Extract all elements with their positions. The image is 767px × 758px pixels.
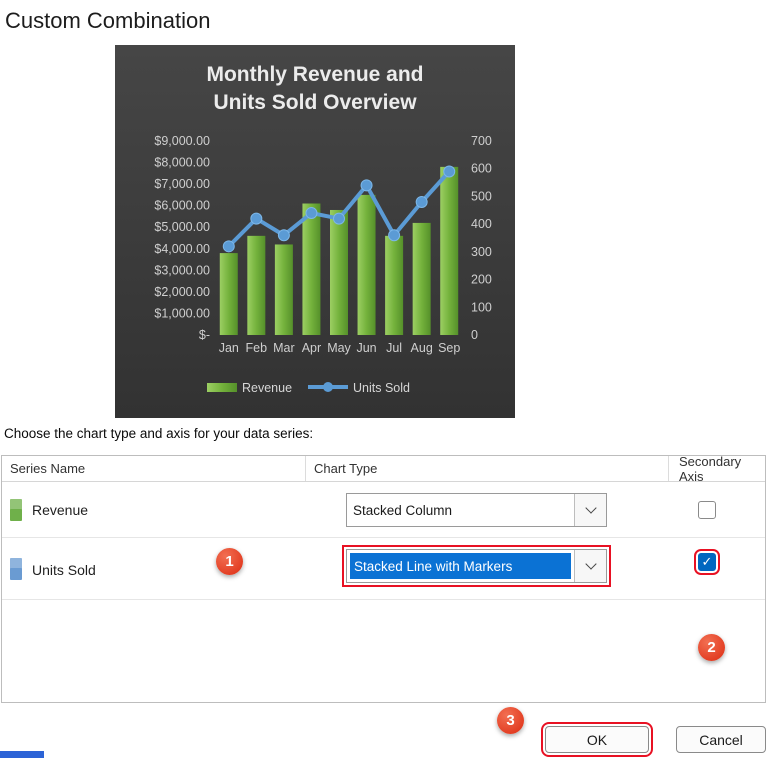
table-row-revenue[interactable]: Revenue Stacked Column: [2, 482, 765, 538]
svg-text:700: 700: [471, 134, 492, 148]
svg-text:Apr: Apr: [302, 341, 321, 355]
svg-text:300: 300: [471, 245, 492, 259]
page-title: Custom Combination: [5, 8, 210, 34]
units-sold-dropdown-button[interactable]: [574, 550, 606, 582]
svg-text:Units Sold: Units Sold: [353, 381, 410, 395]
ok-button[interactable]: OK: [545, 726, 649, 753]
svg-text:Units Sold Overview: Units Sold Overview: [213, 91, 417, 114]
revenue-chart-type-dropdown[interactable]: Stacked Column: [346, 493, 607, 527]
header-secondary-axis: Secondary Axis: [669, 456, 765, 481]
svg-text:$-: $-: [199, 328, 210, 342]
svg-text:$6,000.00: $6,000.00: [154, 199, 210, 213]
taskbar-fragment: [0, 751, 44, 758]
revenue-series-swatch-icon: [10, 499, 22, 521]
units-sold-series-swatch-icon: [10, 558, 22, 580]
svg-text:$4,000.00: $4,000.00: [154, 242, 210, 256]
svg-text:$5,000.00: $5,000.00: [154, 220, 210, 234]
svg-text:Sep: Sep: [438, 341, 460, 355]
table-header: Series Name Chart Type Secondary Axis: [2, 456, 765, 482]
svg-text:$8,000.00: $8,000.00: [154, 156, 210, 170]
series-table: Series Name Chart Type Secondary Axis Re…: [1, 455, 766, 703]
svg-text:Aug: Aug: [411, 341, 433, 355]
svg-text:500: 500: [471, 189, 492, 203]
cancel-button[interactable]: Cancel: [676, 726, 766, 753]
table-row-units-sold[interactable]: Units Sold Stacked Line with Markers ✓: [2, 538, 765, 600]
svg-text:200: 200: [471, 273, 492, 287]
svg-text:$2,000.00: $2,000.00: [154, 285, 210, 299]
svg-text:400: 400: [471, 217, 492, 231]
svg-text:Monthly Revenue and: Monthly Revenue and: [206, 63, 423, 86]
step-1-annotation: 1: [216, 548, 243, 575]
svg-text:Revenue: Revenue: [242, 381, 292, 395]
units-sold-chart-type-dropdown[interactable]: Stacked Line with Markers: [346, 549, 607, 583]
chart-preview: Monthly Revenue and Units Sold Overview $9…: [115, 45, 628, 418]
svg-text:Mar: Mar: [273, 341, 295, 355]
svg-text:600: 600: [471, 162, 492, 176]
svg-text:Jan: Jan: [219, 341, 239, 355]
step-3-annotation: 3: [497, 707, 524, 734]
revenue-secondary-axis-checkbox[interactable]: [698, 501, 716, 519]
svg-text:Jul: Jul: [386, 341, 402, 355]
units-sold-chart-type-value: Stacked Line with Markers: [350, 553, 571, 579]
custom-combination-dialog: Custom Combination Monthly Revenue and Un…: [0, 0, 767, 758]
revenue-chart-type-value: Stacked Column: [347, 494, 574, 526]
header-chart-type: Chart Type: [306, 456, 669, 481]
units-sold-secondary-axis-checkbox[interactable]: ✓: [698, 553, 716, 571]
svg-text:0: 0: [471, 328, 478, 342]
header-series-name: Series Name: [2, 456, 306, 481]
svg-text:$3,000.00: $3,000.00: [154, 263, 210, 277]
svg-text:$1,000.00: $1,000.00: [154, 306, 210, 320]
svg-text:Feb: Feb: [246, 341, 268, 355]
svg-text:May: May: [327, 341, 351, 355]
svg-text:$7,000.00: $7,000.00: [154, 177, 210, 191]
chevron-down-icon: [585, 502, 596, 513]
svg-text:100: 100: [471, 300, 492, 314]
units-sold-series-label: Units Sold: [32, 562, 96, 578]
step-2-annotation: 2: [698, 634, 725, 661]
chevron-down-icon: [585, 558, 596, 569]
revenue-series-label: Revenue: [32, 502, 88, 518]
svg-text:$9,000.00: $9,000.00: [154, 134, 210, 148]
instruction-text: Choose the chart type and axis for your …: [4, 426, 313, 441]
chart-svg: Monthly Revenue and Units Sold Overview $9…: [115, 45, 515, 418]
revenue-dropdown-button[interactable]: [574, 494, 606, 526]
svg-text:Jun: Jun: [356, 341, 376, 355]
